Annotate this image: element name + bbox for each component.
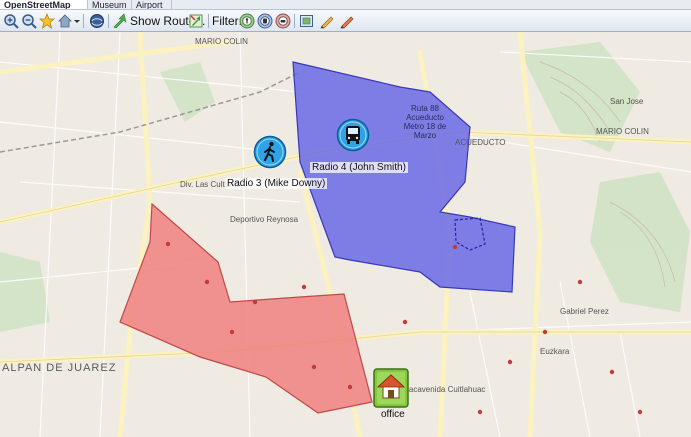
filter-bus-button[interactable] — [257, 13, 273, 29]
star-icon — [38, 12, 56, 29]
route-clear-icon — [188, 13, 204, 29]
filter-label-group: Filter: — [212, 13, 242, 29]
map-toolbar: Show Route... Filter: — [0, 10, 691, 32]
favorites-button[interactable] — [38, 12, 56, 29]
tab-museum[interactable]: Museum — [88, 0, 132, 9]
bus-icon — [336, 118, 370, 152]
marker-radio-3[interactable] — [253, 135, 287, 172]
pencil-icon — [319, 13, 335, 29]
route-arrow-icon — [112, 13, 128, 29]
district-label: ALPAN DE JUAREZ — [2, 362, 117, 374]
chevron-down-icon — [73, 14, 81, 28]
map-layers-button[interactable] — [89, 13, 105, 29]
filter-walker-button[interactable] — [239, 13, 255, 29]
zoom-in-button[interactable] — [3, 13, 19, 29]
marker-label-radio-4: Radio 4 (John Smith) — [310, 162, 408, 173]
zoom-in-icon — [3, 13, 19, 29]
marker-label-radio-3: Radio 3 (Mike Downy) — [225, 178, 328, 189]
marker-label-office: office — [381, 409, 405, 420]
region-edit-icon — [299, 13, 315, 29]
home-dropdown-button[interactable] — [57, 13, 81, 29]
layers-icon — [89, 13, 105, 29]
filter-car-button[interactable] — [275, 13, 291, 29]
toolbar-divider — [208, 14, 209, 28]
route-label: Ruta 88 Acueducto Metro 18 de Marzo — [403, 104, 447, 140]
street-label-deportivo: Deportivo Reynosa — [230, 215, 299, 224]
street-label-euzkara: Euzkara — [540, 347, 570, 356]
pen-icon — [339, 13, 355, 29]
map-drawing: MARIO COLIN MARIO COLIN ACUEDUCTO San Jo… — [0, 32, 691, 437]
marker-office[interactable] — [373, 368, 409, 411]
street-label-cuitlahuac: huacavenida Cuitlahuac — [400, 385, 485, 394]
home-nav-icon — [57, 13, 73, 29]
tab-airport[interactable]: Airport — [132, 0, 172, 9]
pencil-tool-button[interactable] — [319, 13, 335, 29]
street-label-acueducto: ACUEDUCTO — [455, 138, 506, 147]
car-filter-icon — [275, 13, 291, 29]
marker-radio-4[interactable] — [336, 118, 370, 155]
tab-openstreetmap[interactable]: OpenStreetMap — [0, 0, 88, 9]
filter-label: Filter: — [212, 14, 242, 28]
pen-tool-button[interactable] — [339, 13, 355, 29]
bus-filter-icon — [257, 13, 273, 29]
toolbar-divider — [294, 14, 295, 28]
edit-region-button[interactable] — [299, 13, 315, 29]
map-canvas[interactable]: MARIO COLIN MARIO COLIN ACUEDUCTO San Jo… — [0, 32, 691, 437]
street-label-gabriel: Gabriel Perez — [560, 307, 609, 316]
street-label-mario-colin-east: MARIO COLIN — [596, 127, 649, 136]
zoom-out-button[interactable] — [21, 13, 37, 29]
street-label-mario-colin: MARIO COLIN — [195, 37, 248, 46]
toolbar-divider — [108, 14, 109, 28]
street-label-san-jose: San Jose — [610, 97, 644, 106]
walker-icon — [253, 135, 287, 169]
clear-route-button[interactable] — [188, 13, 204, 29]
walker-filter-icon — [239, 13, 255, 29]
home-icon — [373, 368, 409, 408]
tab-strip: OpenStreetMap Museum Airport — [0, 0, 691, 10]
toolbar-divider — [83, 14, 84, 28]
zoom-out-icon — [21, 13, 37, 29]
